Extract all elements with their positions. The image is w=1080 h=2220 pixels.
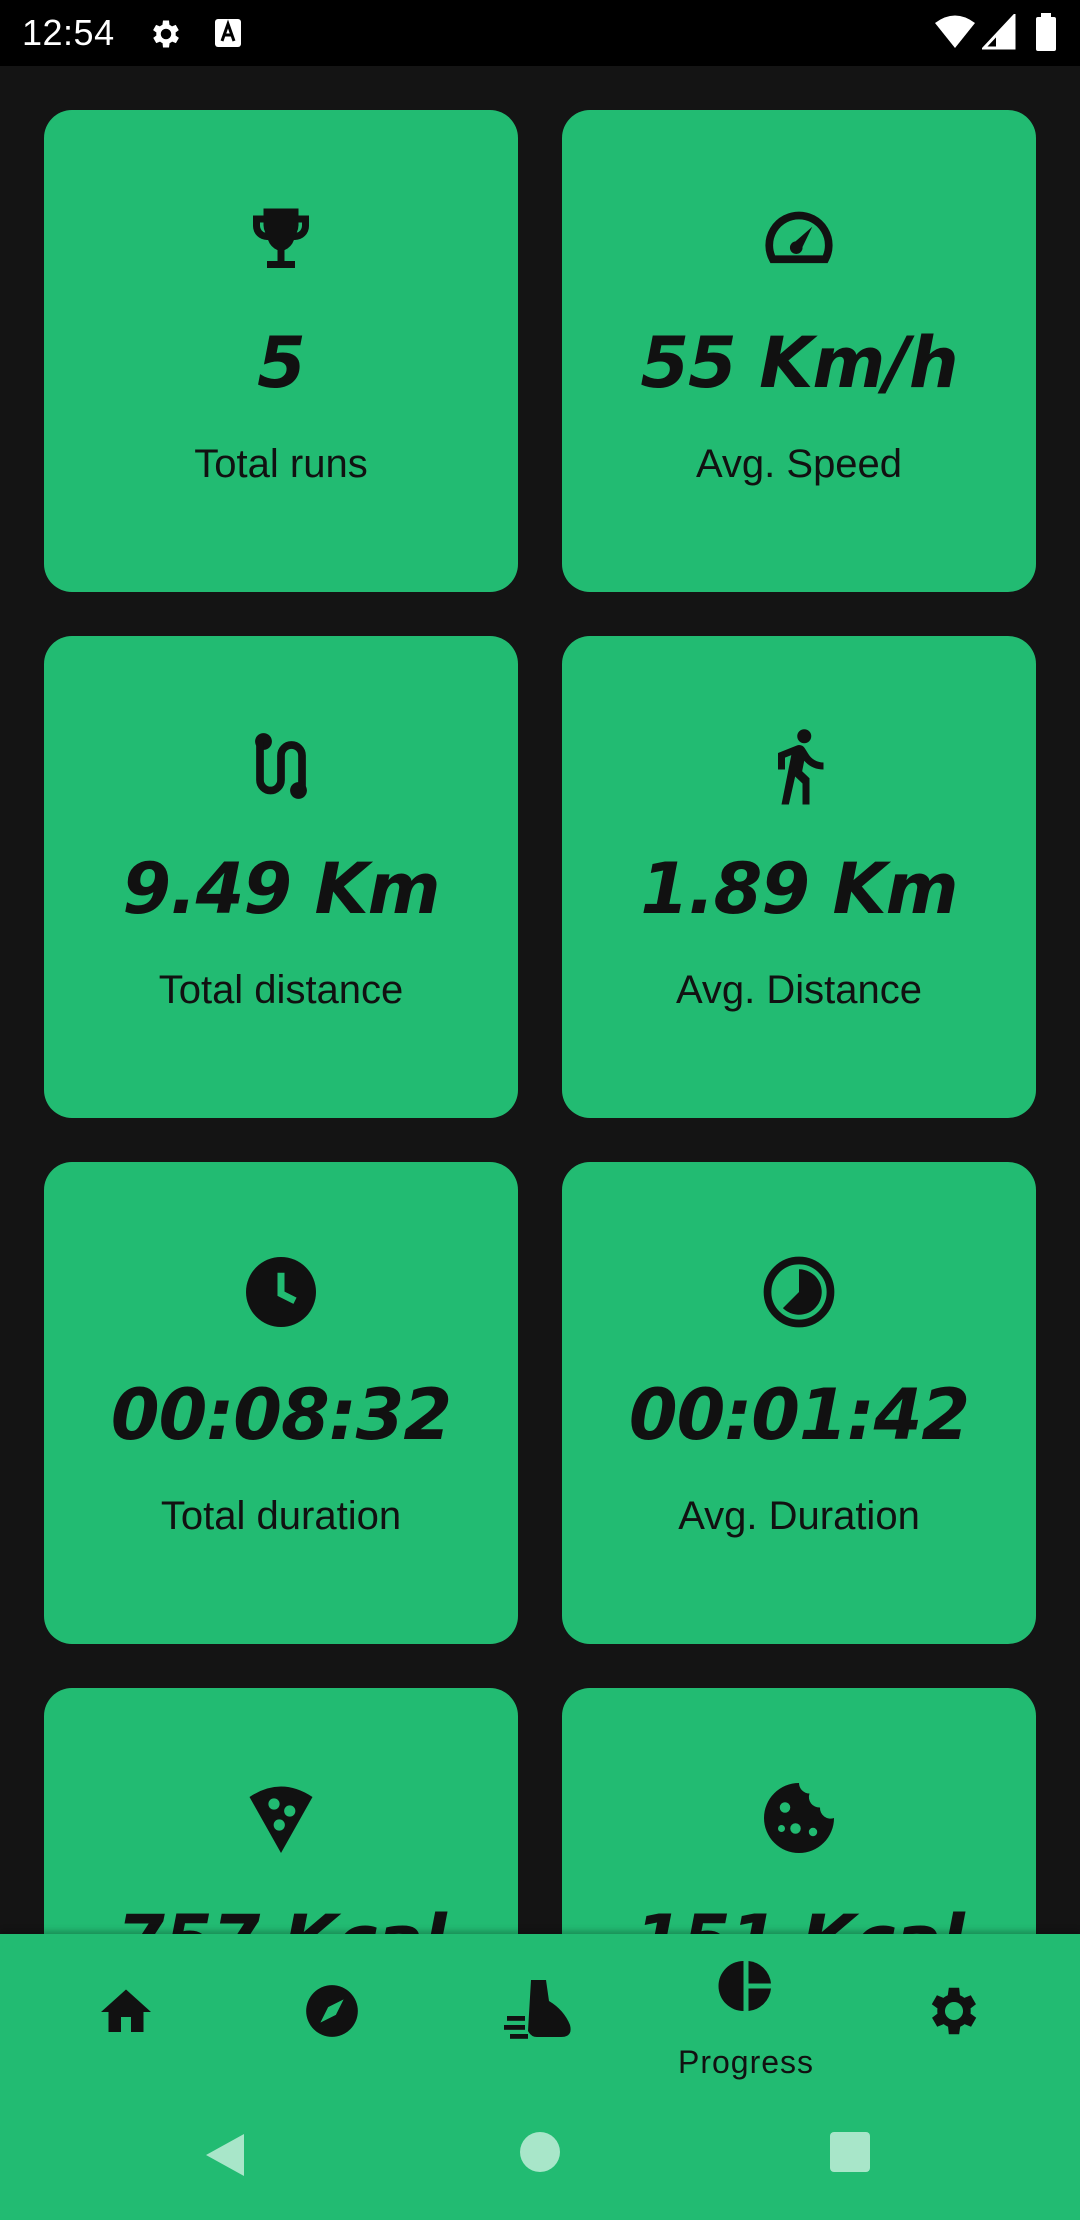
timer-icon bbox=[763, 1256, 835, 1328]
wifi-icon bbox=[935, 15, 975, 48]
nav-progress-label: Progress bbox=[677, 2044, 815, 2080]
speedometer-icon bbox=[765, 211, 833, 264]
home-icon bbox=[101, 1989, 151, 2032]
stat-card-avg-calories: 151 Kcal bbox=[562, 1688, 1036, 1934]
stats-grid[interactable]: 5 Total runs 55 Km/h Avg. Speed 9.49 Km … bbox=[0, 66, 1080, 1934]
signal-icon bbox=[982, 14, 1016, 50]
stat-card-avg-distance: 1.89 Km Avg. Distance bbox=[562, 636, 1036, 1118]
stat-card-avg-duration: 00:01:42 Avg. Duration bbox=[562, 1162, 1036, 1644]
bottom-navigation: Progress bbox=[0, 1934, 1080, 2088]
stat-label: Avg. Speed bbox=[695, 442, 903, 486]
stat-value: 757 Kcal bbox=[44, 1896, 518, 1934]
shoe-icon bbox=[504, 1980, 571, 2039]
nav-progress[interactable]: Progress bbox=[646, 1934, 846, 2088]
stat-value: 55 Km/h bbox=[640, 322, 958, 404]
stat-label: Total duration bbox=[160, 1494, 402, 1538]
settings-icon bbox=[931, 1987, 977, 2035]
nav-run[interactable] bbox=[440, 1934, 640, 2088]
home-button[interactable] bbox=[518, 2130, 562, 2174]
stat-card-total-distance: 9.49 Km Total distance bbox=[44, 636, 518, 1118]
text-a-icon bbox=[215, 19, 241, 47]
stat-value: 9.49 Km bbox=[122, 848, 440, 930]
clock-icon bbox=[246, 1257, 316, 1327]
status-time: 12:54 bbox=[22, 12, 115, 53]
route-icon bbox=[255, 733, 307, 799]
stat-label: Total distance bbox=[158, 968, 404, 1012]
trophy-icon bbox=[253, 208, 309, 268]
back-button[interactable] bbox=[200, 2130, 250, 2180]
runner-icon bbox=[778, 729, 824, 805]
compass-icon bbox=[306, 1985, 358, 2037]
stat-label: Avg. Duration bbox=[678, 1494, 920, 1538]
pie-chart-icon bbox=[718, 1961, 771, 2011]
stat-value: 00:08:32 bbox=[110, 1374, 452, 1456]
recents-button[interactable] bbox=[828, 2130, 872, 2174]
stat-card-total-duration: 00:08:32 Total duration bbox=[44, 1162, 518, 1644]
cookie-icon bbox=[764, 1783, 834, 1853]
stat-value: 151 Kcal bbox=[562, 1896, 1036, 1934]
stat-card-avg-speed: 55 Km/h Avg. Speed bbox=[562, 110, 1036, 592]
system-navigation-bar bbox=[0, 2088, 1080, 2220]
nav-settings[interactable] bbox=[854, 1934, 1054, 2088]
settings-icon bbox=[153, 20, 179, 48]
nav-explore[interactable] bbox=[232, 1934, 432, 2088]
stat-card-total-calories: 757 Kcal bbox=[44, 1688, 518, 1934]
stat-label: Total runs bbox=[194, 442, 368, 486]
nav-home[interactable] bbox=[26, 1934, 226, 2088]
stat-value: 1.89 Km bbox=[640, 848, 958, 930]
pizza-icon bbox=[249, 1786, 313, 1853]
status-bar: 12:54 bbox=[0, 0, 1080, 66]
stat-label: Avg. Distance bbox=[675, 968, 923, 1012]
stat-value: 5 bbox=[257, 322, 306, 404]
stat-value: 00:01:42 bbox=[628, 1374, 970, 1456]
battery-icon bbox=[1036, 13, 1056, 51]
stat-card-total-runs: 5 Total runs bbox=[44, 110, 518, 592]
